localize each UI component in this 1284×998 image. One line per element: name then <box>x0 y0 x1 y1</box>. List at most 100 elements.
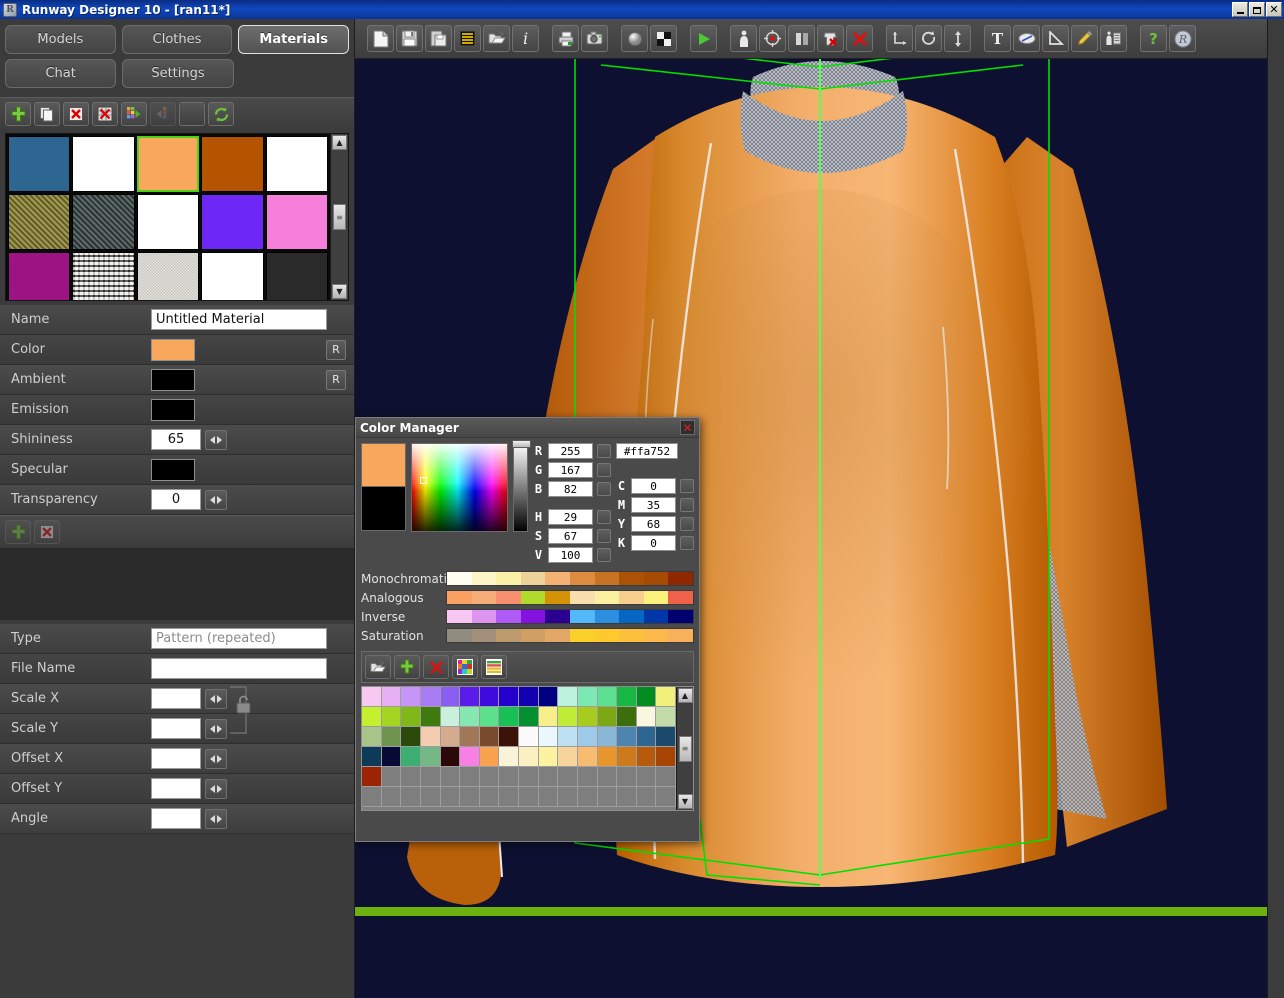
palette-swatch[interactable] <box>362 727 382 747</box>
radio-g[interactable] <box>597 463 611 477</box>
preview-foreground-color[interactable] <box>361 443 406 487</box>
palette-swatch[interactable] <box>598 727 618 747</box>
palette-swatch[interactable] <box>421 707 441 727</box>
harmony-swatch[interactable] <box>496 629 521 642</box>
palette-scrollbar-thumb[interactable]: ≡ <box>679 736 692 762</box>
input-m[interactable]: 35 <box>631 497 676 513</box>
add-texture-button[interactable] <box>5 520 31 544</box>
add-swatch-button[interactable] <box>394 655 420 679</box>
harmony-swatch[interactable] <box>570 610 595 623</box>
palette-swatch[interactable] <box>578 707 598 727</box>
palette-swatch[interactable] <box>401 747 421 767</box>
palette-swatch[interactable] <box>598 787 618 807</box>
scale-y-input[interactable] <box>151 718 201 739</box>
move-tool-button[interactable] <box>886 25 913 52</box>
harmony-swatch[interactable] <box>496 610 521 623</box>
transparency-input[interactable]: 0 <box>151 489 201 510</box>
harmony-swatch[interactable] <box>644 610 669 623</box>
palette-swatch[interactable] <box>401 707 421 727</box>
palette-swatch[interactable] <box>539 687 559 707</box>
specular-swatch-button[interactable] <box>151 459 195 481</box>
color-manager-titlebar[interactable]: Color Manager ✕ <box>356 418 699 438</box>
texture-type-select[interactable]: Pattern (repeated) <box>151 628 327 649</box>
delete-material-button[interactable] <box>63 102 89 126</box>
input-h[interactable]: 29 <box>548 509 593 525</box>
shininess-input[interactable]: 65 <box>151 429 201 450</box>
harmony-swatch[interactable] <box>595 610 620 623</box>
harmony-swatch[interactable] <box>619 572 644 585</box>
palette-swatch[interactable] <box>558 787 578 807</box>
save-button[interactable] <box>396 25 423 52</box>
tab-settings[interactable]: Settings <box>122 59 233 88</box>
input-g[interactable]: 167 <box>548 462 593 478</box>
palette-swatch[interactable] <box>598 707 618 727</box>
harmony-swatch[interactable] <box>447 591 472 604</box>
material-white-4[interactable] <box>201 252 263 300</box>
palette-swatch[interactable] <box>499 747 519 767</box>
input-c[interactable]: 0 <box>631 478 676 494</box>
palette-swatch[interactable] <box>617 767 637 787</box>
offset-x-input[interactable] <box>151 748 201 769</box>
palette-swatch[interactable] <box>598 747 618 767</box>
palette-swatch[interactable] <box>539 727 559 747</box>
palette-swatch[interactable] <box>401 727 421 747</box>
palette-swatch[interactable] <box>460 687 480 707</box>
pause-button[interactable] <box>788 25 815 52</box>
material-swatch-grid[interactable] <box>6 134 330 300</box>
palette-scrollbar[interactable]: ▲ ≡ ▼ <box>676 687 693 810</box>
scroll-down-arrow-icon[interactable]: ▼ <box>332 284 347 299</box>
color-reset-button[interactable]: R <box>326 340 346 360</box>
palette-swatch[interactable] <box>617 727 637 747</box>
duplicate-material-button[interactable] <box>34 102 60 126</box>
angle-stepper[interactable] <box>205 809 227 829</box>
tab-models[interactable]: Models <box>5 25 116 54</box>
harmony-swatch[interactable] <box>570 629 595 642</box>
input-hex[interactable]: #ffa752 <box>616 443 678 459</box>
harmony-swatch[interactable] <box>644 629 669 642</box>
harmony-swatch[interactable] <box>496 591 521 604</box>
material-violet[interactable] <box>201 194 263 250</box>
palette-swatch[interactable] <box>401 787 421 807</box>
palette-swatch[interactable] <box>362 767 382 787</box>
harmony-swatches[interactable] <box>446 609 694 624</box>
import-material-button[interactable] <box>150 102 176 126</box>
material-olive-weave[interactable] <box>8 194 70 250</box>
material-orange[interactable] <box>137 136 199 192</box>
scale-x-stepper[interactable] <box>205 689 227 709</box>
about-button[interactable]: R <box>1169 25 1196 52</box>
palette-swatch[interactable] <box>499 687 519 707</box>
harmony-swatch[interactable] <box>521 629 546 642</box>
palette-swatch[interactable] <box>656 687 676 707</box>
harmony-swatch[interactable] <box>644 591 669 604</box>
scene-list-button[interactable] <box>454 25 481 52</box>
palette-swatch[interactable] <box>598 767 618 787</box>
radio-c[interactable] <box>680 479 694 493</box>
harmony-swatch[interactable] <box>545 591 570 604</box>
palette-swatch[interactable] <box>460 707 480 727</box>
tab-chat[interactable]: Chat <box>5 59 116 88</box>
harmony-swatch[interactable] <box>595 591 620 604</box>
palette-swatch[interactable] <box>362 687 382 707</box>
palette-swatch[interactable] <box>637 767 657 787</box>
harmony-swatch[interactable] <box>521 572 546 585</box>
palette-swatch[interactable] <box>656 767 676 787</box>
refresh-materials-button[interactable] <box>208 102 234 126</box>
palette-swatch[interactable] <box>558 747 578 767</box>
material-blue[interactable] <box>8 136 70 192</box>
palette-swatch[interactable] <box>539 707 559 727</box>
viewport-3d[interactable]: i <box>355 19 1284 998</box>
palette-swatch[interactable] <box>558 707 578 727</box>
harmony-swatch[interactable] <box>570 572 595 585</box>
tab-clothes[interactable]: Clothes <box>122 25 233 54</box>
target-button[interactable] <box>759 25 786 52</box>
radio-h[interactable] <box>597 510 611 524</box>
palette-swatch[interactable] <box>499 767 519 787</box>
open-palette-button[interactable] <box>365 655 391 679</box>
delete-all-materials-button[interactable] <box>92 102 118 126</box>
palette-swatch[interactable] <box>558 727 578 747</box>
harmony-swatch[interactable] <box>644 572 669 585</box>
palette-swatch[interactable] <box>421 747 441 767</box>
play-button[interactable] <box>690 25 717 52</box>
palette-swatch[interactable] <box>558 767 578 787</box>
palette-swatch[interactable] <box>637 787 657 807</box>
